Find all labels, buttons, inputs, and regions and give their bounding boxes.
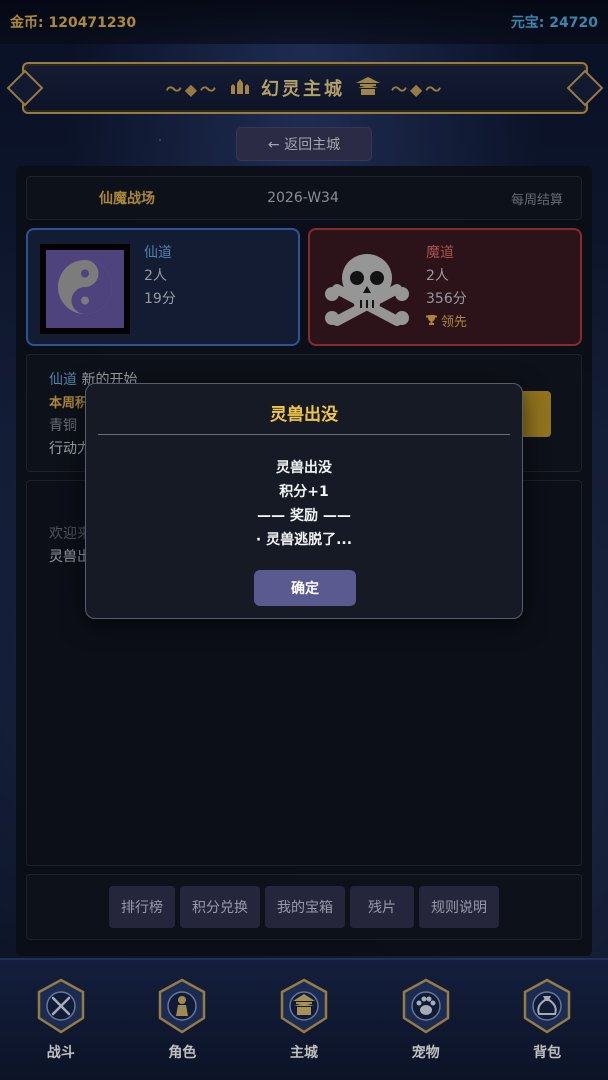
dialog-divider bbox=[98, 434, 510, 435]
dialog-body: 灵兽出没 积分+1 —— 奖励 —— · 灵兽逃脱了... bbox=[86, 456, 522, 552]
dialog-score-change: 积分+1 bbox=[279, 484, 329, 500]
dialog-event-name: 灵兽出没 bbox=[276, 460, 332, 476]
confirm-button[interactable]: 确定 bbox=[254, 570, 356, 606]
event-dialog: 灵兽出没 灵兽出没 积分+1 —— 奖励 —— · 灵兽逃脱了... 确定 bbox=[85, 383, 523, 619]
dialog-reward-item: · 灵兽逃脱了... bbox=[255, 532, 353, 548]
dialog-title: 灵兽出没 bbox=[270, 405, 338, 425]
dialog-reward-header: —— 奖励 —— bbox=[257, 508, 351, 524]
